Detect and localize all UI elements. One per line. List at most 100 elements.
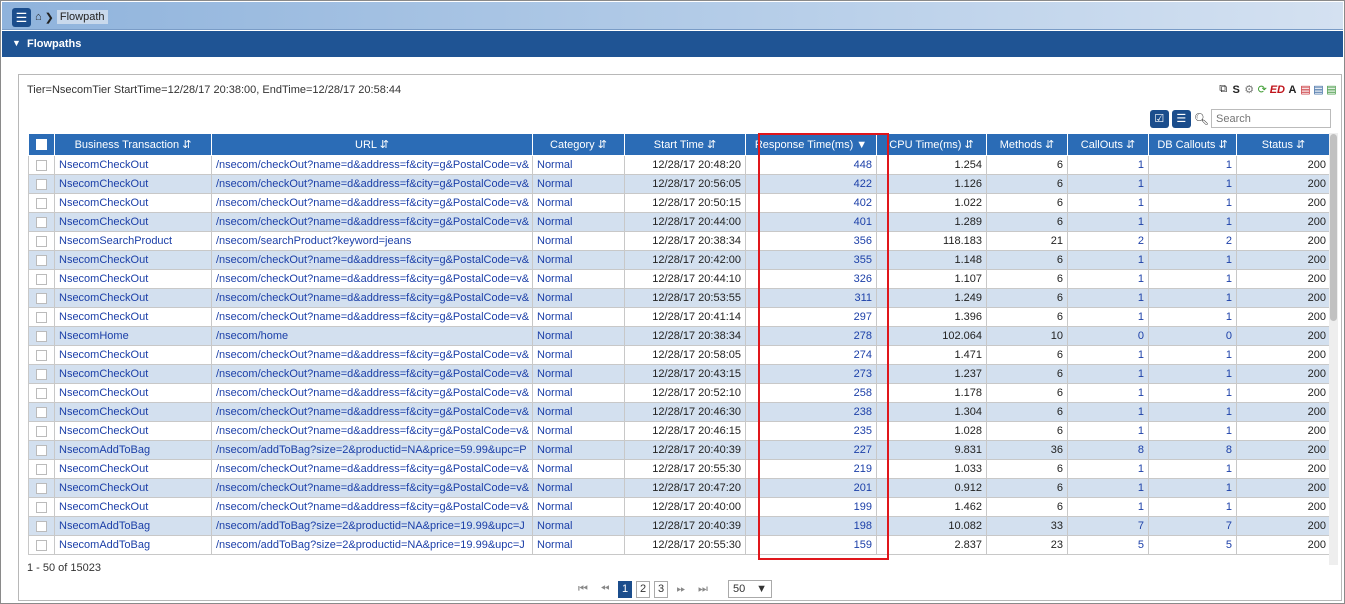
table-row[interactable]: NsecomAddToBag/nsecom/addToBag?size=2&pr… (28, 535, 1331, 555)
row-checkbox-cell[interactable] (28, 174, 55, 194)
last-page-icon[interactable]: ⏭︎ (694, 583, 712, 596)
cell-db-callouts[interactable]: 1 (1148, 402, 1237, 422)
row-checkbox[interactable] (36, 349, 47, 361)
cell-business-transaction[interactable]: NsecomCheckOut (54, 497, 212, 517)
cell-business-transaction[interactable]: NsecomCheckOut (54, 155, 212, 175)
cell-url[interactable]: /nsecom/checkOut?name=d&address=f&city=g… (211, 288, 533, 308)
cell-url[interactable]: /nsecom/checkOut?name=d&address=f&city=g… (211, 383, 533, 403)
cell-response-time[interactable]: 356 (745, 231, 877, 251)
cell-callouts[interactable]: 1 (1067, 250, 1149, 270)
page-button-3[interactable]: 3 (654, 580, 668, 598)
col-business-transaction[interactable]: Business Transaction ⇵ (54, 133, 212, 156)
cell-category[interactable]: Normal (532, 155, 625, 175)
table-row[interactable]: NsecomCheckOut/nsecom/checkOut?name=d&ad… (28, 269, 1331, 289)
cell-response-time[interactable]: 273 (745, 364, 877, 384)
cell-url[interactable]: /nsecom/searchProduct?keyword=jeans (211, 231, 533, 251)
cell-callouts[interactable]: 1 (1067, 421, 1149, 441)
cell-response-time[interactable]: 258 (745, 383, 877, 403)
row-checkbox-cell[interactable] (28, 478, 55, 498)
gear-icon[interactable]: ⚙ (1244, 83, 1255, 96)
col-status[interactable]: Status ⇵ (1236, 133, 1331, 156)
cell-response-time[interactable]: 219 (745, 459, 877, 479)
cell-response-time[interactable]: 201 (745, 478, 877, 498)
cell-business-transaction[interactable]: NsecomCheckOut (54, 402, 212, 422)
vertical-scrollbar[interactable] (1329, 133, 1338, 565)
cell-db-callouts[interactable]: 8 (1148, 440, 1237, 460)
cell-category[interactable]: Normal (532, 174, 625, 194)
cell-category[interactable]: Normal (532, 269, 625, 289)
cell-business-transaction[interactable]: NsecomCheckOut (54, 459, 212, 479)
cell-category[interactable]: Normal (532, 345, 625, 365)
cell-response-time[interactable]: 159 (745, 535, 877, 555)
cell-url[interactable]: /nsecom/checkOut?name=d&address=f&city=g… (211, 269, 533, 289)
row-checkbox[interactable] (36, 539, 47, 551)
row-checkbox-cell[interactable] (28, 193, 55, 213)
cell-business-transaction[interactable]: NsecomAddToBag (54, 516, 212, 536)
font-icon[interactable]: A (1287, 84, 1298, 96)
cell-category[interactable]: Normal (532, 402, 625, 422)
row-checkbox[interactable] (36, 444, 47, 456)
row-checkbox[interactable] (36, 330, 47, 342)
cell-response-time[interactable]: 401 (745, 212, 877, 232)
cell-db-callouts[interactable]: 1 (1148, 345, 1237, 365)
cell-url[interactable]: /nsecom/checkOut?name=d&address=f&city=g… (211, 155, 533, 175)
cell-callouts[interactable]: 1 (1067, 288, 1149, 308)
row-checkbox-cell[interactable] (28, 212, 55, 232)
col-cpu-time[interactable]: CPU Time(ms) ⇵ (876, 133, 987, 156)
cell-category[interactable]: Normal (532, 535, 625, 555)
row-checkbox-cell[interactable] (28, 383, 55, 403)
row-checkbox[interactable] (36, 235, 47, 247)
col-db-callouts[interactable]: DB Callouts ⇵ (1148, 133, 1237, 156)
cell-db-callouts[interactable]: 1 (1148, 478, 1237, 498)
table-row[interactable]: NsecomCheckOut/nsecom/checkOut?name=d&ad… (28, 345, 1331, 365)
table-row[interactable]: NsecomCheckOut/nsecom/checkOut?name=d&ad… (28, 174, 1331, 194)
col-response-time[interactable]: Response Time(ms) ▼ (745, 133, 877, 156)
column-select-icon[interactable]: ☑ (1149, 109, 1169, 128)
cell-category[interactable]: Normal (532, 516, 625, 536)
cell-business-transaction[interactable]: NsecomCheckOut (54, 307, 212, 327)
cell-url[interactable]: /nsecom/checkOut?name=d&address=f&city=g… (211, 421, 533, 441)
cell-callouts[interactable]: 5 (1067, 535, 1149, 555)
page-button-2[interactable]: 2 (636, 580, 650, 598)
row-checkbox-cell[interactable] (28, 345, 55, 365)
cell-category[interactable]: Normal (532, 326, 625, 346)
table-row[interactable]: NsecomCheckOut/nsecom/checkOut?name=d&ad… (28, 155, 1331, 175)
row-checkbox[interactable] (36, 425, 47, 437)
cell-url[interactable]: /nsecom/checkOut?name=d&address=f&city=g… (211, 307, 533, 327)
row-checkbox-cell[interactable] (28, 516, 55, 536)
row-checkbox[interactable] (36, 520, 47, 532)
cell-callouts[interactable]: 1 (1067, 345, 1149, 365)
cell-business-transaction[interactable]: NsecomCheckOut (54, 250, 212, 270)
collapse-triangle-icon[interactable]: ▼ (12, 38, 21, 48)
row-checkbox[interactable] (36, 292, 47, 304)
row-checkbox[interactable] (36, 216, 47, 228)
refresh-icon[interactable]: ⟳ (1257, 83, 1268, 96)
table-row[interactable]: NsecomCheckOut/nsecom/checkOut?name=d&ad… (28, 421, 1331, 441)
cell-response-time[interactable]: 402 (745, 193, 877, 213)
cell-callouts[interactable]: 0 (1067, 326, 1149, 346)
row-checkbox[interactable] (36, 178, 47, 190)
cell-url[interactable]: /nsecom/addToBag?size=2&productid=NA&pri… (211, 516, 533, 536)
cell-db-callouts[interactable]: 1 (1148, 383, 1237, 403)
row-checkbox-cell[interactable] (28, 402, 55, 422)
cell-url[interactable]: /nsecom/checkOut?name=d&address=f&city=g… (211, 250, 533, 270)
cell-callouts[interactable]: 1 (1067, 269, 1149, 289)
table-row[interactable]: NsecomCheckOut/nsecom/checkOut?name=d&ad… (28, 402, 1331, 422)
scrollbar-thumb[interactable] (1330, 134, 1337, 321)
cell-callouts[interactable]: 1 (1067, 307, 1149, 327)
cell-response-time[interactable]: 326 (745, 269, 877, 289)
cell-business-transaction[interactable]: NsecomAddToBag (54, 535, 212, 555)
cell-category[interactable]: Normal (532, 288, 625, 308)
cell-db-callouts[interactable]: 1 (1148, 174, 1237, 194)
cell-db-callouts[interactable]: 1 (1148, 497, 1237, 517)
cell-callouts[interactable]: 1 (1067, 193, 1149, 213)
table-row[interactable]: NsecomCheckOut/nsecom/checkOut?name=d&ad… (28, 288, 1331, 308)
next-page-icon[interactable]: ⏩︎ (672, 583, 690, 596)
col-methods[interactable]: Methods ⇵ (986, 133, 1068, 156)
cell-business-transaction[interactable]: NsecomCheckOut (54, 421, 212, 441)
col-callouts[interactable]: CallOuts ⇵ (1067, 133, 1149, 156)
table-row[interactable]: NsecomSearchProduct/nsecom/searchProduct… (28, 231, 1331, 251)
cell-db-callouts[interactable]: 1 (1148, 250, 1237, 270)
cell-category[interactable]: Normal (532, 307, 625, 327)
row-checkbox-cell[interactable] (28, 288, 55, 308)
